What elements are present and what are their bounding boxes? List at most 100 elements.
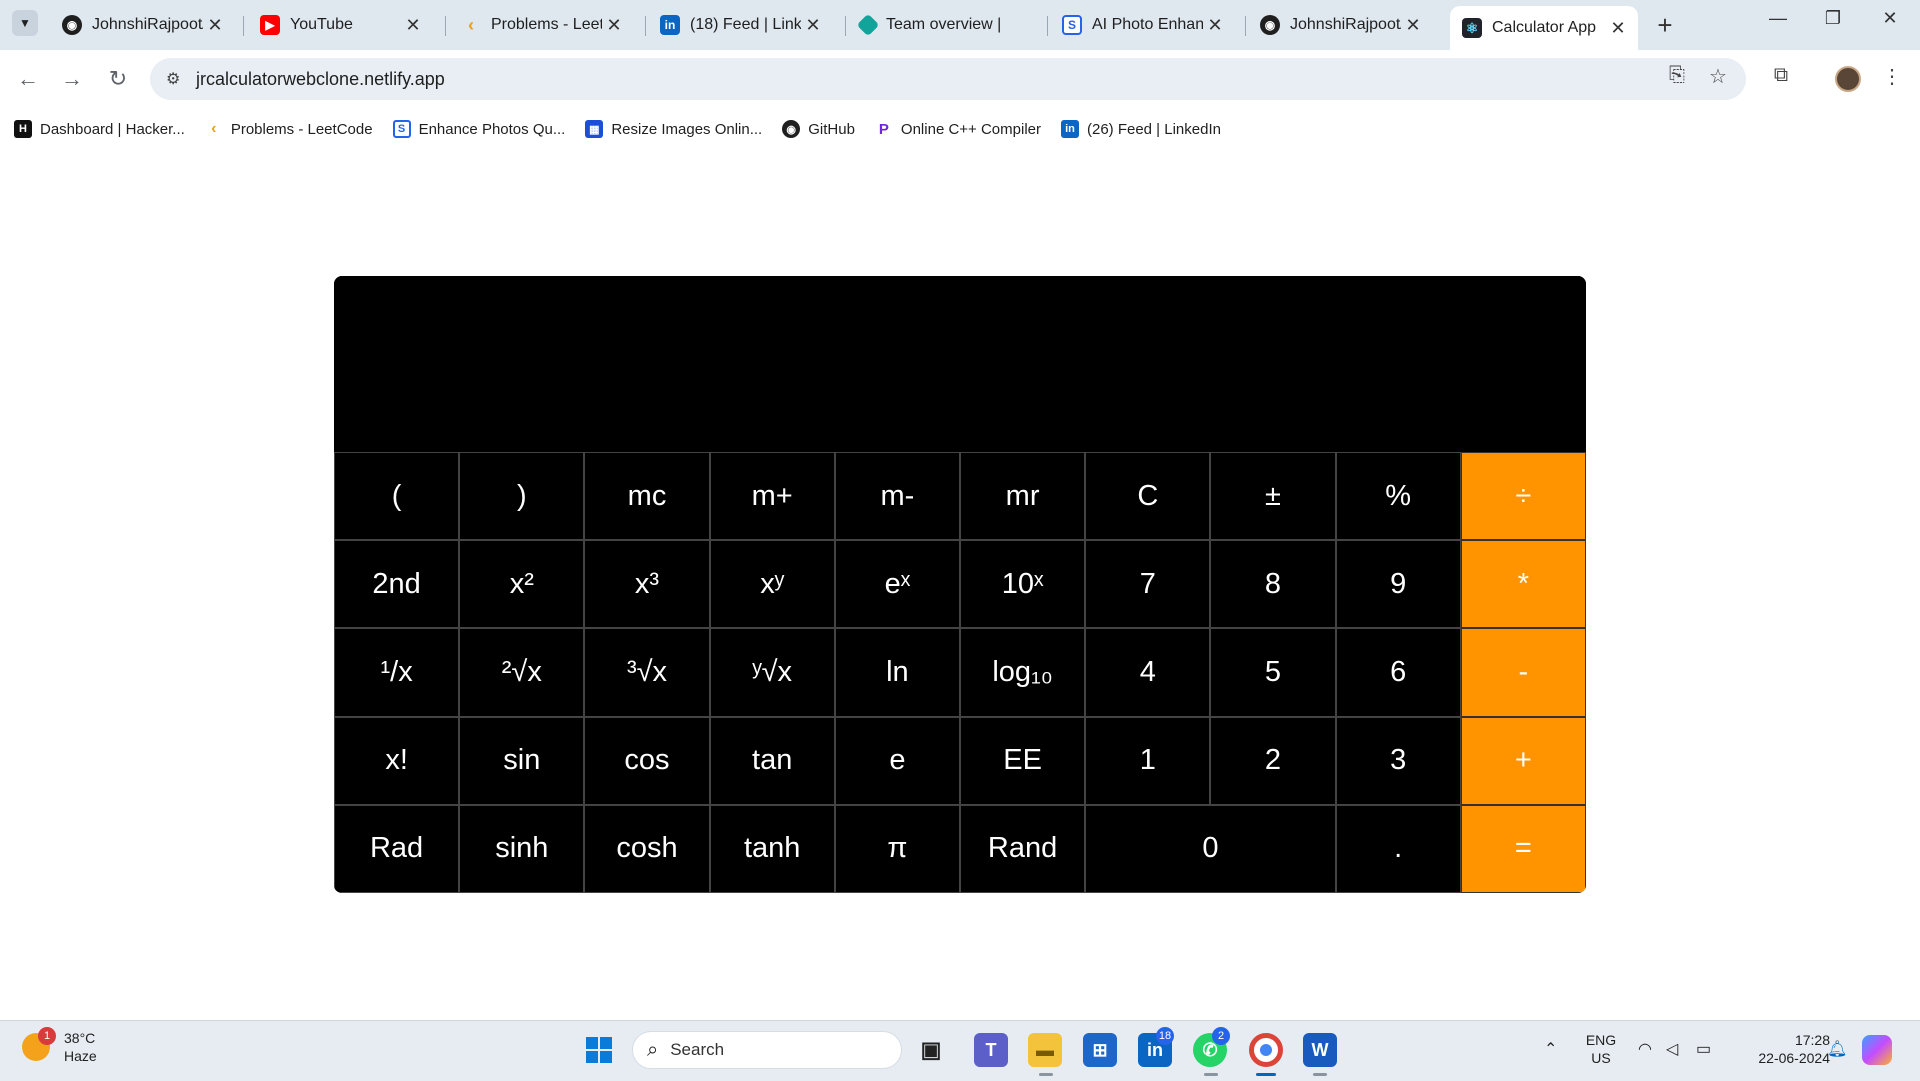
calc-key[interactable]: cosh <box>584 804 710 893</box>
battery-icon[interactable]: ▭ <box>1696 1039 1711 1059</box>
calc-key[interactable]: ³√x <box>584 628 710 717</box>
calc-key[interactable]: Rad <box>334 804 460 893</box>
calc-key[interactable]: x! <box>334 716 460 805</box>
back-button[interactable]: ← <box>13 64 43 94</box>
volume-icon[interactable]: ◁ <box>1666 1039 1678 1059</box>
minimize-button[interactable]: — <box>1758 8 1798 29</box>
calc-key[interactable]: e <box>834 716 960 805</box>
copilot-button[interactable] <box>1862 1035 1892 1065</box>
bookmark-github[interactable]: ◉ GitHub <box>782 120 855 138</box>
task-view-button[interactable]: ▣ <box>914 1033 948 1067</box>
reload-button[interactable]: ↻ <box>103 64 133 94</box>
calc-key[interactable]: π <box>834 804 960 893</box>
calc-key[interactable]: 2 <box>1210 716 1336 805</box>
new-tab-button[interactable]: + <box>1650 10 1680 41</box>
calc-key[interactable]: xʸ <box>709 540 835 629</box>
forward-button[interactable]: → <box>57 64 87 94</box>
calc-key[interactable]: tanh <box>709 804 835 893</box>
bookmark-resize-images[interactable]: ▦ Resize Images Onlin... <box>585 120 762 138</box>
close-icon[interactable]: ✕ <box>203 15 227 36</box>
tab-linkedin[interactable]: in (18) Feed | Linke ✕ <box>648 6 833 44</box>
tab-calculator-app[interactable]: ⚛ Calculator App ✕ <box>1450 6 1638 50</box>
calc-key[interactable]: ) <box>459 452 585 541</box>
calc-key[interactable]: 3 <box>1335 716 1461 805</box>
tab-team-overview[interactable]: Team overview | <box>848 6 1043 44</box>
word-button[interactable]: W <box>1303 1033 1337 1067</box>
bookmark-linkedin[interactable]: in (26) Feed | LinkedIn <box>1060 120 1221 138</box>
calc-key[interactable]: log₁₀ <box>959 628 1086 717</box>
calc-key[interactable]: + <box>1460 716 1586 805</box>
tab-ai-photo[interactable]: S AI Photo Enhanc ✕ <box>1050 6 1235 44</box>
calc-key[interactable]: 5 <box>1210 628 1336 717</box>
calc-key[interactable]: ( <box>334 452 460 541</box>
teams-button[interactable]: T <box>974 1033 1008 1067</box>
calc-key[interactable]: eˣ <box>834 540 960 629</box>
file-explorer-button[interactable]: ▬ <box>1028 1033 1062 1067</box>
calc-key[interactable]: Rand <box>959 804 1086 893</box>
menu-button[interactable]: ⋮ <box>1877 64 1907 89</box>
calc-key[interactable]: m- <box>834 452 960 541</box>
address-bar[interactable]: ⚙ jrcalculatorwebclone.netlify.app <box>150 58 1746 100</box>
clock[interactable]: 17:28 22-06-2024 <box>1730 1031 1830 1067</box>
calc-key[interactable]: mr <box>959 452 1086 541</box>
calc-key[interactable]: % <box>1335 452 1461 541</box>
calc-key[interactable]: sinh <box>459 804 585 893</box>
calc-key[interactable]: x³ <box>584 540 710 629</box>
restore-button[interactable]: ❐ <box>1813 8 1853 29</box>
calc-key[interactable]: ²√x <box>459 628 585 717</box>
wifi-icon[interactable]: ◠ <box>1638 1039 1652 1059</box>
calc-key[interactable]: 0 <box>1085 804 1336 893</box>
bookmark-hackerrank[interactable]: H Dashboard | Hacker... <box>14 120 185 138</box>
profile-avatar[interactable] <box>1835 66 1861 92</box>
calc-key[interactable]: 10ˣ <box>959 540 1086 629</box>
site-settings-icon[interactable]: ⚙ <box>166 69 186 89</box>
close-window-button[interactable]: ✕ <box>1870 8 1910 29</box>
calc-key[interactable]: ÷ <box>1460 452 1586 541</box>
calc-key[interactable]: C <box>1085 452 1211 541</box>
chrome-button[interactable] <box>1249 1033 1283 1067</box>
calc-key[interactable]: ln <box>834 628 960 717</box>
calc-key[interactable]: 7 <box>1085 540 1211 629</box>
notification-bell-icon[interactable]: 🔔︎ <box>1827 1039 1847 1059</box>
calc-key[interactable]: . <box>1335 804 1461 893</box>
calc-key[interactable]: x² <box>459 540 585 629</box>
calc-key[interactable]: 6 <box>1335 628 1461 717</box>
calc-key[interactable]: EE <box>959 716 1086 805</box>
language-indicator[interactable]: ENG US <box>1582 1031 1620 1067</box>
install-app-button[interactable]: ⎘ <box>1662 64 1692 87</box>
taskbar-search[interactable]: ⌕ Search <box>632 1031 902 1069</box>
calc-key[interactable]: mc <box>584 452 710 541</box>
calc-key[interactable]: cos <box>584 716 710 805</box>
close-icon[interactable]: ✕ <box>401 15 425 36</box>
bookmark-cpp-compiler[interactable]: P Online C++ Compiler <box>875 120 1041 138</box>
calc-key[interactable]: 8 <box>1210 540 1336 629</box>
bookmark-leetcode[interactable]: ‹ Problems - LeetCode <box>205 120 372 138</box>
close-icon[interactable]: ✕ <box>1606 18 1630 39</box>
start-button[interactable] <box>582 1033 616 1067</box>
calc-key[interactable]: ± <box>1210 452 1336 541</box>
weather-widget[interactable]: 1 38°C Haze <box>22 1027 97 1065</box>
url-text[interactable]: jrcalculatorwebclone.netlify.app <box>196 69 445 90</box>
close-icon[interactable]: ✕ <box>801 15 825 36</box>
close-icon[interactable]: ✕ <box>602 15 626 36</box>
tab-github-2[interactable]: ◉ JohnshiRajpoot/ ✕ <box>1248 6 1433 44</box>
calc-key[interactable]: 2nd <box>334 540 460 629</box>
calc-key[interactable]: - <box>1460 628 1586 717</box>
bookmark-enhance-photos[interactable]: S Enhance Photos Qu... <box>392 120 565 138</box>
close-icon[interactable]: ✕ <box>1401 15 1425 36</box>
calc-key[interactable]: ¹/x <box>334 628 460 717</box>
calc-key[interactable]: ʸ√x <box>709 628 835 717</box>
close-icon[interactable]: ✕ <box>1203 15 1227 36</box>
calc-key[interactable]: 1 <box>1085 716 1211 805</box>
calc-key[interactable]: = <box>1460 804 1586 893</box>
calc-key[interactable]: m+ <box>709 452 835 541</box>
calc-key[interactable]: 9 <box>1335 540 1461 629</box>
calc-key[interactable]: sin <box>459 716 585 805</box>
tab-search-button[interactable]: ▼ <box>12 10 38 36</box>
store-button[interactable]: ⊞ <box>1083 1033 1117 1067</box>
calc-key[interactable]: tan <box>709 716 835 805</box>
tab-github-1[interactable]: ◉ JohnshiRajpoot/ ✕ <box>50 6 235 44</box>
tab-leetcode[interactable]: ‹ Problems - LeetC ✕ <box>449 6 634 44</box>
bookmark-star-button[interactable]: ☆ <box>1703 64 1733 89</box>
tab-youtube[interactable]: ▶ YouTube ✕ <box>248 6 433 44</box>
